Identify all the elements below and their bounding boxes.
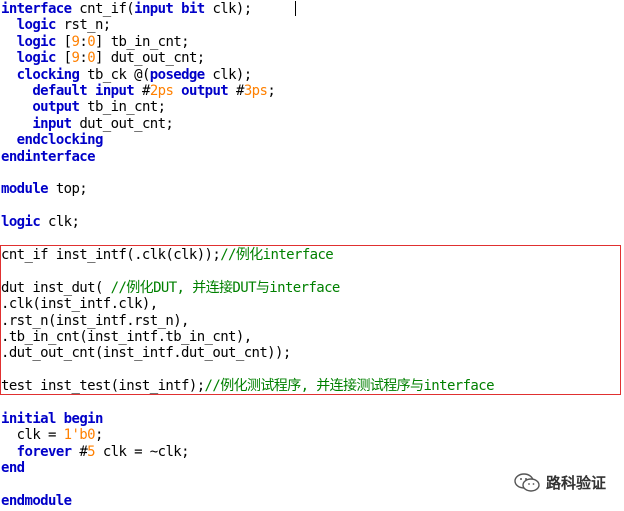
- watermark-text: 路科验证: [545, 474, 606, 492]
- code-editor[interactable]: interface cnt_if(input bit clk); logic r…: [0, 0, 624, 511]
- code-token: #: [134, 83, 150, 99]
- code-line[interactable]: input dut_out_cnt;: [1, 115, 174, 132]
- code-line[interactable]: end: [1, 460, 25, 476]
- code-token: dut_out_cnt;: [71, 115, 174, 132]
- code-token: cnt_if(: [71, 1, 135, 17]
- code-line[interactable]: initial begin: [1, 411, 103, 427]
- keyword-token: output: [32, 99, 80, 116]
- number-token: 0: [87, 33, 96, 50]
- number-token: 5: [87, 443, 95, 460]
- keyword-token: interface: [1, 1, 72, 17]
- code-token: clk;: [40, 214, 80, 231]
- code-token: rst_n;: [55, 17, 112, 34]
- code-token: tb_in_cnt;: [79, 99, 166, 116]
- keyword-token: end: [1, 460, 25, 477]
- code-line[interactable]: endclocking: [1, 132, 104, 149]
- keyword-token: endclocking: [16, 132, 104, 149]
- keyword-token: logic: [1, 214, 41, 231]
- code-line[interactable]: clk = 1'b0;: [1, 427, 104, 444]
- keyword-token: clocking: [16, 66, 80, 83]
- keyword-token: bit: [181, 1, 205, 17]
- keyword-token: forever: [16, 443, 72, 460]
- code-line[interactable]: logic clk;: [1, 214, 80, 231]
- code-line[interactable]: endinterface: [1, 148, 96, 165]
- code-line[interactable]: clocking tb_ck @(posedge clk);: [1, 66, 253, 83]
- code-line[interactable]: logic rst_n;: [1, 17, 112, 34]
- code-line[interactable]: interface cnt_if(input bit clk);: [1, 1, 252, 17]
- code-line[interactable]: endmodule: [1, 493, 72, 509]
- code-token: tb_ck @(: [79, 66, 150, 83]
- keyword-token: logic: [16, 33, 57, 50]
- code-token: ] tb_in_cnt;: [95, 33, 190, 50]
- highlight-box: [0, 245, 621, 395]
- code-line[interactable]: forever #5 clk = ~clk;: [1, 443, 190, 460]
- keyword-token: logic: [16, 17, 57, 34]
- code-token: clk);: [204, 1, 252, 17]
- number-token: 1'b0: [63, 427, 96, 444]
- code-token: ;: [94, 427, 103, 444]
- code-token: ;: [267, 83, 276, 99]
- number-token: 0: [87, 50, 96, 67]
- keyword-token: input: [94, 83, 135, 99]
- text-cursor: [295, 1, 296, 16]
- code-token: clk =: [1, 427, 64, 444]
- code-token: :: [79, 50, 88, 67]
- code-token: clk);: [204, 66, 252, 83]
- code-line[interactable]: default input #2ps output #3ps;: [1, 83, 275, 99]
- keyword-token: endmodule: [1, 493, 72, 509]
- keyword-token: initial: [1, 411, 56, 427]
- keyword-token: posedge: [149, 66, 205, 83]
- keyword-token: input: [32, 115, 72, 132]
- code-token: top;: [47, 181, 88, 198]
- keyword-token: input: [134, 1, 174, 17]
- code-token: [: [55, 33, 72, 50]
- code-line[interactable]: module top;: [1, 181, 88, 198]
- code-line[interactable]: logic [9:0] tb_in_cnt;: [1, 33, 190, 50]
- number-token: 3ps: [243, 83, 268, 99]
- keyword-token: endinterface: [1, 148, 96, 165]
- code-line[interactable]: logic [9:0] dut_out_cnt;: [1, 50, 206, 67]
- keyword-token: module: [1, 181, 49, 198]
- code-token: :: [79, 33, 88, 50]
- code-line[interactable]: output tb_in_cnt;: [1, 99, 166, 116]
- keyword-token: default: [32, 83, 88, 99]
- code-token: ] dut_out_cnt;: [95, 50, 205, 67]
- keyword-token: logic: [16, 50, 57, 67]
- code-token: [: [55, 50, 72, 67]
- code-token: #: [228, 83, 244, 99]
- keyword-token: begin: [63, 411, 104, 427]
- watermark: 路科验证: [514, 472, 606, 493]
- keyword-token: output: [181, 83, 229, 99]
- code-token: clk = ~clk;: [95, 443, 190, 460]
- number-token: 2ps: [149, 83, 174, 99]
- wechat-icon: [514, 472, 540, 492]
- code-token: #: [71, 443, 88, 460]
